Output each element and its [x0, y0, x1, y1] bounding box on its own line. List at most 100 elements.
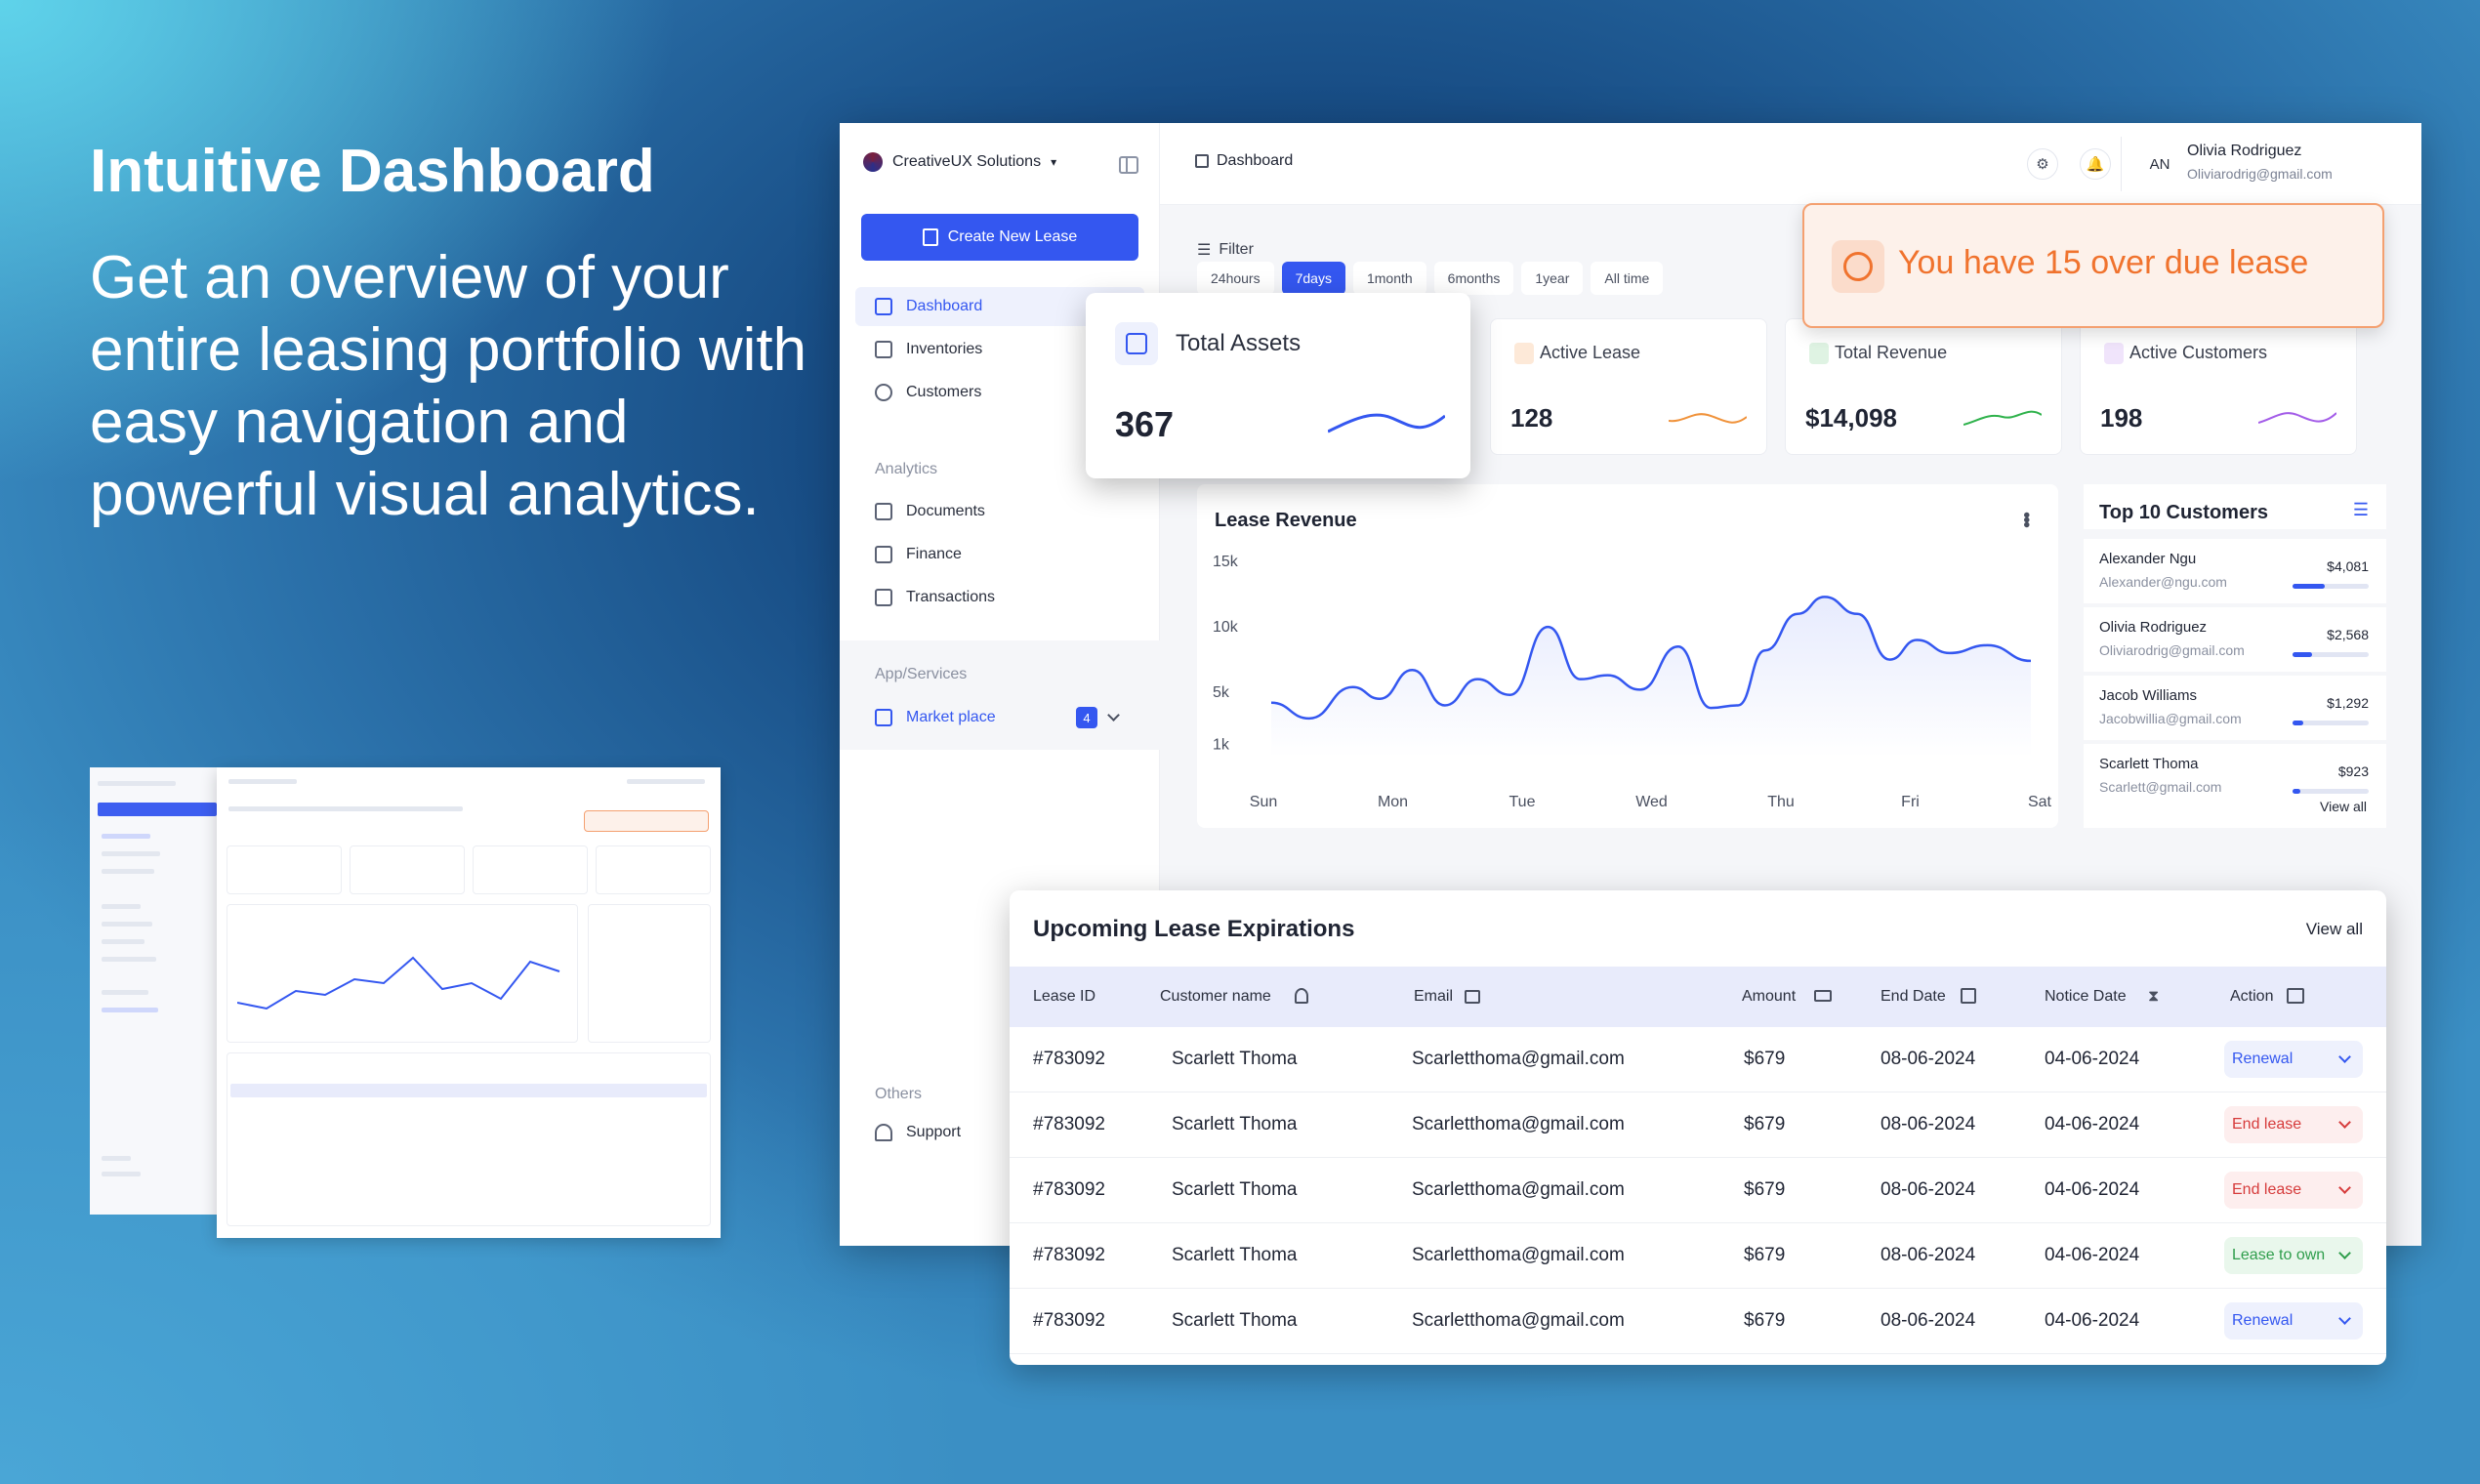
tab-7days[interactable]: 7days	[1281, 262, 1345, 295]
table-row[interactable]: #783092 Scarlett Thoma Scarletthoma@gmail.…	[1010, 1027, 2386, 1092]
x-tick-label: Thu	[1767, 794, 1795, 810]
cell-email: Scarletthoma@gmail.com	[1412, 1245, 1625, 1265]
cell-id: #783092	[1033, 1114, 1105, 1134]
column-header[interactable]: Lease ID	[1033, 988, 1095, 1006]
cell-amount: $679	[1744, 1245, 1786, 1265]
x-tick-label: Fri	[1901, 794, 1920, 810]
cell-id: #783092	[1033, 1049, 1105, 1069]
tab-1year[interactable]: 1year	[1521, 262, 1584, 295]
table-row[interactable]: #783092 Scarlett Thoma Scarletthoma@gmail.…	[1010, 1158, 2386, 1223]
user-email: Oliviarodrig@gmail.com	[2187, 166, 2333, 182]
cell-notice: 04-06-2024	[2045, 1049, 2140, 1069]
action-select[interactable]: Lease to own	[2224, 1237, 2363, 1274]
cell-email: Scarletthoma@gmail.com	[1412, 1114, 1625, 1134]
company-switcher[interactable]: CreativeUX Solutions ▾	[863, 152, 1056, 172]
column-header[interactable]: Action	[2230, 988, 2273, 1006]
tab-all-time[interactable]: All time	[1591, 262, 1664, 295]
list-icon	[1115, 322, 1158, 365]
customer-item[interactable]: Jacob Williams Jacobwillia@gmail.com $1,…	[2084, 676, 2386, 740]
view-all-link[interactable]: View all	[2306, 920, 2363, 939]
document-icon	[1514, 343, 1534, 364]
kpi-title: Active Customers	[2129, 343, 2268, 362]
user-icon	[1295, 988, 1308, 1004]
sidebar-item-market-place[interactable]: Market place	[855, 698, 1144, 737]
kpi-active-lease[interactable]: Active Lease 128	[1490, 318, 1767, 455]
y-tick-label: 15k	[1213, 554, 1239, 570]
sidebar-item-finance[interactable]: Finance	[855, 535, 1144, 574]
avatar[interactable]: AN	[2142, 146, 2177, 182]
headset-icon	[875, 1124, 892, 1141]
kpi-title: Total Assets	[1176, 330, 1302, 356]
view-all-link[interactable]: View all	[2320, 799, 2367, 814]
action-select[interactable]: End lease	[2224, 1172, 2363, 1209]
customer-item[interactable]: Scarlett Thoma Scarlett@gmail.com $923	[2084, 744, 2386, 828]
grid-icon	[875, 298, 892, 315]
action-select[interactable]: Renewal	[2224, 1302, 2363, 1340]
breadcrumb-label: Dashboard	[1217, 152, 1294, 169]
breadcrumb: Dashboard	[1195, 152, 1293, 170]
grid-icon	[1195, 154, 1209, 168]
x-tick-label: Sun	[1250, 794, 1277, 810]
cell-notice: 04-06-2024	[2045, 1245, 2140, 1265]
alert-text: You have 15 over due lease	[1898, 244, 2309, 281]
bell-icon[interactable]: 🔔	[2080, 148, 2111, 180]
sidebar-item-label: Dashboard	[906, 298, 983, 314]
cell-name: Scarlett Thoma	[1172, 1245, 1298, 1265]
cell-notice: 04-06-2024	[2045, 1179, 2140, 1200]
sidebar-item-documents[interactable]: Documents	[855, 492, 1144, 531]
customer-item[interactable]: Olivia Rodriguez Oliviarodrig@gmail.com …	[2084, 607, 2386, 672]
column-header[interactable]: Notice Date	[2045, 988, 2127, 1006]
column-header[interactable]: End Date	[1881, 988, 1946, 1006]
table-header: Lease ID Customer name Email Amount End …	[1010, 967, 2386, 1027]
inventory-icon	[875, 341, 892, 358]
cash-icon	[1814, 990, 1832, 1002]
tab-6months[interactable]: 6months	[1433, 262, 1514, 295]
mini-preview-dashboard	[217, 767, 721, 1238]
tab-24hours[interactable]: 24hours	[1197, 262, 1274, 295]
cell-end: 08-06-2024	[1881, 1179, 1976, 1200]
kpi-value: $14,098	[1805, 403, 1897, 433]
cell-amount: $679	[1744, 1310, 1786, 1331]
progress-fill	[2293, 789, 2300, 794]
customer-item[interactable]: Alexander Ngu Alexander@ngu.com $4,081	[2084, 539, 2386, 603]
cell-end: 08-06-2024	[1881, 1245, 1976, 1265]
transactions-icon	[875, 589, 892, 606]
table-row[interactable]: #783092 Scarlett Thoma Scarletthoma@gmail.…	[1010, 1223, 2386, 1289]
users-icon	[2104, 343, 2124, 364]
action-select[interactable]: Renewal	[2224, 1041, 2363, 1078]
kpi-total-assets[interactable]: Total Assets 367	[1086, 293, 1470, 478]
top-bar: Dashboard ⚙ 🔔 AN Olivia Rodriguez Olivia…	[1160, 123, 2421, 205]
x-tick-label: Sat	[2028, 794, 2052, 810]
cell-name: Scarlett Thoma	[1172, 1049, 1298, 1069]
cell-end: 08-06-2024	[1881, 1114, 1976, 1134]
revenue-area	[1271, 597, 2031, 758]
action-select[interactable]: End lease	[2224, 1106, 2363, 1143]
sparkline	[1669, 413, 1747, 424]
column-header[interactable]: Email	[1414, 988, 1453, 1006]
column-header[interactable]: Amount	[1742, 988, 1796, 1006]
table-row[interactable]: #783092 Scarlett Thoma Scarletthoma@gmail.…	[1010, 1092, 2386, 1158]
table-row[interactable]: #783092 Scarlett Thoma Scarletthoma@gmail.…	[1010, 1289, 2386, 1354]
cell-name: Scarlett Thoma	[1172, 1179, 1298, 1200]
kpi-value: 367	[1115, 404, 1175, 444]
top-customers-panel: Top 10 Customers ☰ Alexander Ngu Alexand…	[2084, 484, 2386, 828]
kpi-total-revenue[interactable]: Total Revenue $14,098	[1785, 318, 2062, 455]
tab-1month[interactable]: 1month	[1352, 262, 1426, 295]
top-customers-title: Top 10 Customers	[2084, 484, 2386, 529]
filter-icon[interactable]: ☰	[2353, 500, 2369, 520]
create-new-lease-button[interactable]: Create New Lease	[861, 214, 1138, 261]
divider	[2121, 137, 2122, 191]
filter-toggle[interactable]: ☰ Filter	[1197, 240, 1254, 260]
sidebar-item-transactions[interactable]: Transactions	[855, 578, 1144, 617]
settings-icon[interactable]: ⚙	[2027, 148, 2058, 180]
chevron-down-icon: ▾	[1051, 155, 1057, 169]
overdue-alert[interactable]: You have 15 over due lease	[1802, 203, 2384, 328]
kpi-active-customers[interactable]: Active Customers 198	[2080, 318, 2357, 455]
action-icon	[2287, 988, 2304, 1004]
sidebar-collapse-icon[interactable]	[1119, 156, 1138, 174]
sidebar-item-label: Finance	[906, 546, 962, 562]
sidebar-item-label: Documents	[906, 503, 985, 519]
cell-email: Scarletthoma@gmail.com	[1412, 1049, 1625, 1069]
cell-end: 08-06-2024	[1881, 1310, 1976, 1331]
column-header[interactable]: Customer name	[1160, 988, 1271, 1006]
